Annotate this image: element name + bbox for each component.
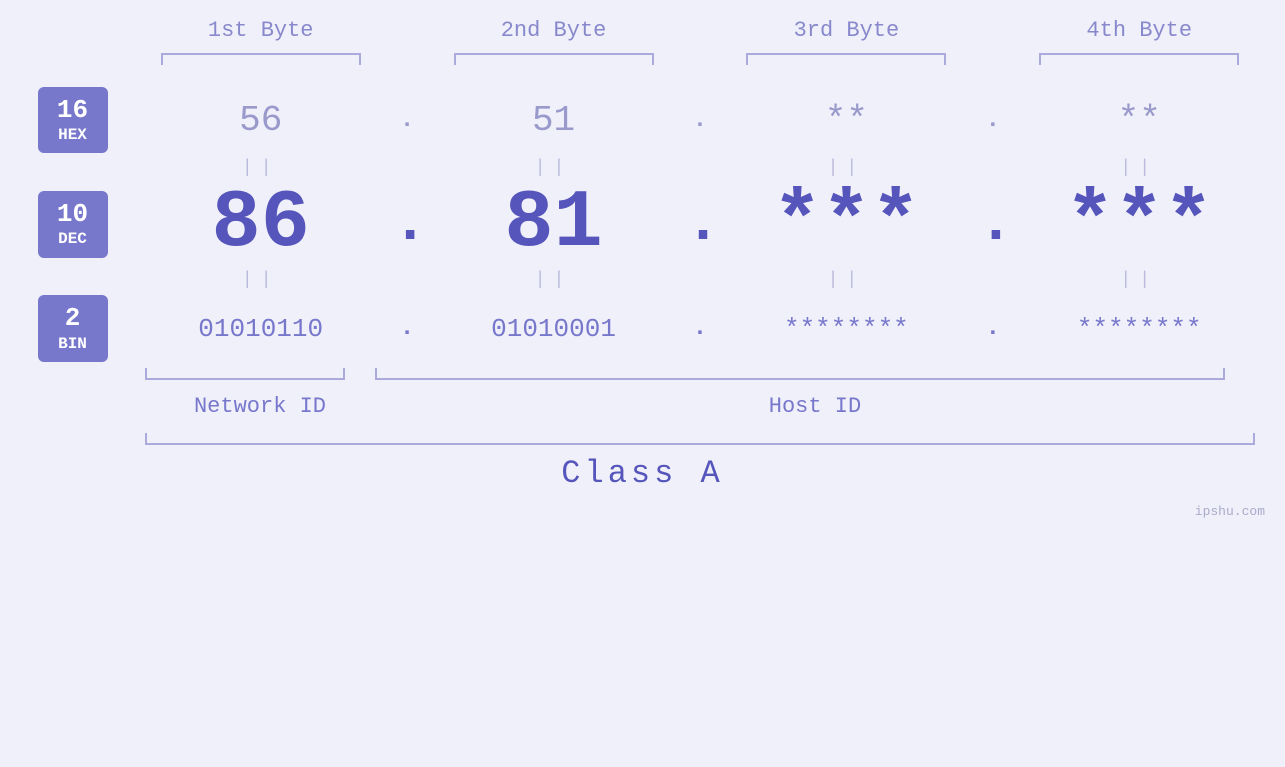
- hex-base-name: HEX: [52, 126, 94, 145]
- hex-row: 16 HEX 56 . 51 . ** . **: [0, 87, 1285, 153]
- dec-label-box: 10 DEC: [38, 191, 108, 257]
- dec-base-num: 10: [52, 199, 94, 230]
- hex-label-box: 16 HEX: [38, 87, 108, 153]
- eq2-val2: ||: [454, 270, 654, 290]
- dec-row: 10 DEC 86 . 81 . *** . ***: [0, 183, 1285, 265]
- bracket-byte4: [1039, 53, 1239, 65]
- byte-headers-row: 1st Byte 2nd Byte 3rd Byte 4th Byte: [0, 18, 1285, 49]
- bracket-byte2: [454, 53, 654, 65]
- class-bracket: [145, 433, 1255, 445]
- bin-dot1: .: [392, 315, 422, 342]
- byte2-header: 2nd Byte: [454, 18, 654, 43]
- dec-base-name: DEC: [52, 230, 94, 249]
- id-label-row: Network ID Host ID: [0, 394, 1285, 419]
- bin-base-name: BIN: [52, 335, 94, 354]
- bin-label-box: 2 BIN: [38, 295, 108, 361]
- byte1-header: 1st Byte: [161, 18, 361, 43]
- hex-val4: **: [1039, 100, 1239, 141]
- bin-val1: 01010110: [161, 314, 361, 344]
- hex-base-num: 16: [52, 95, 94, 126]
- hex-val1: 56: [161, 100, 361, 141]
- eq2-val1: ||: [161, 270, 361, 290]
- bin-row: 2 BIN 01010110 . 01010001 . ******** . *…: [0, 295, 1285, 361]
- bracket-byte1: [161, 53, 361, 65]
- network-bracket: [145, 368, 345, 380]
- eq-row-2: || || || ||: [0, 265, 1285, 295]
- main-container: 1st Byte 2nd Byte 3rd Byte 4th Byte 16 H…: [0, 0, 1285, 767]
- class-a-label: Class A: [561, 455, 723, 492]
- class-label-row: Class A: [0, 455, 1285, 492]
- dec-val1: 86: [161, 183, 361, 265]
- eq2-val3: ||: [746, 270, 946, 290]
- bin-val3: ********: [746, 314, 946, 344]
- watermark: ipshu.com: [1195, 504, 1265, 519]
- dec-val3: ***: [746, 183, 946, 265]
- watermark-row: ipshu.com: [0, 504, 1285, 519]
- network-id-label: Network ID: [145, 394, 375, 419]
- eq1-val1: ||: [161, 158, 361, 178]
- dec-dot1: .: [392, 190, 422, 258]
- byte3-header: 3rd Byte: [746, 18, 946, 43]
- eq2-val4: ||: [1039, 270, 1239, 290]
- dec-val2: 81: [454, 183, 654, 265]
- byte4-header: 4th Byte: [1039, 18, 1239, 43]
- bottom-bracket-row: [0, 368, 1285, 380]
- hex-val3: **: [746, 100, 946, 141]
- dec-val4: ***: [1039, 183, 1239, 265]
- bin-dot2: .: [685, 315, 715, 342]
- eq1-val4: ||: [1039, 158, 1239, 178]
- eq1-val3: ||: [746, 158, 946, 178]
- bin-val2: 01010001: [454, 314, 654, 344]
- bin-val4: ********: [1039, 314, 1239, 344]
- top-bracket-row: [0, 53, 1285, 65]
- bin-base-num: 2: [52, 303, 94, 334]
- host-id-label: Host ID: [405, 394, 1225, 419]
- host-bracket: [375, 368, 1225, 380]
- hex-dot1: .: [392, 107, 422, 134]
- dec-dot3: .: [978, 190, 1008, 258]
- hex-dot3: .: [978, 107, 1008, 134]
- bin-dot3: .: [978, 315, 1008, 342]
- eq1-val2: ||: [454, 158, 654, 178]
- class-outer-bracket-row: [0, 433, 1285, 445]
- bracket-byte3: [746, 53, 946, 65]
- dec-dot2: .: [685, 190, 715, 258]
- hex-dot2: .: [685, 107, 715, 134]
- hex-val2: 51: [454, 100, 654, 141]
